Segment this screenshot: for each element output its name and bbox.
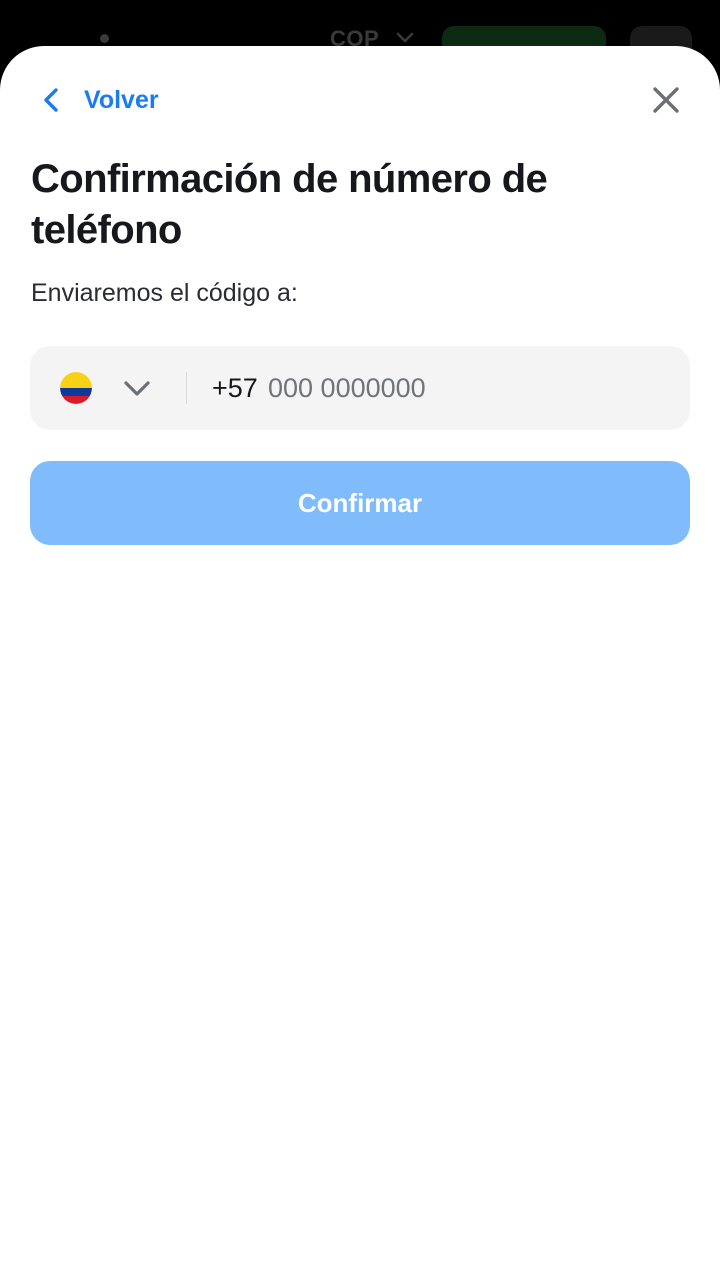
subtitle: Enviaremos el código a: bbox=[31, 279, 298, 307]
background-chevron-down-icon bbox=[396, 32, 414, 43]
field-divider bbox=[186, 372, 187, 404]
confirm-button[interactable]: Confirmar bbox=[30, 461, 690, 545]
back-button[interactable]: Volver bbox=[38, 82, 159, 118]
phone-number-input[interactable] bbox=[266, 346, 668, 430]
country-selector[interactable] bbox=[60, 346, 190, 430]
back-label: Volver bbox=[84, 85, 159, 114]
phone-confirmation-sheet: Volver Confirmación de número de teléfon… bbox=[0, 46, 720, 1280]
phone-field: +57 bbox=[30, 346, 690, 430]
chevron-left-icon bbox=[44, 88, 58, 112]
chevron-down-icon bbox=[124, 381, 150, 396]
background-dot bbox=[100, 34, 109, 43]
colombia-flag-icon bbox=[60, 372, 92, 404]
dial-code: +57 bbox=[212, 373, 258, 403]
close-icon[interactable] bbox=[648, 82, 684, 118]
page-title: Confirmación de número de teléfono bbox=[31, 157, 548, 252]
